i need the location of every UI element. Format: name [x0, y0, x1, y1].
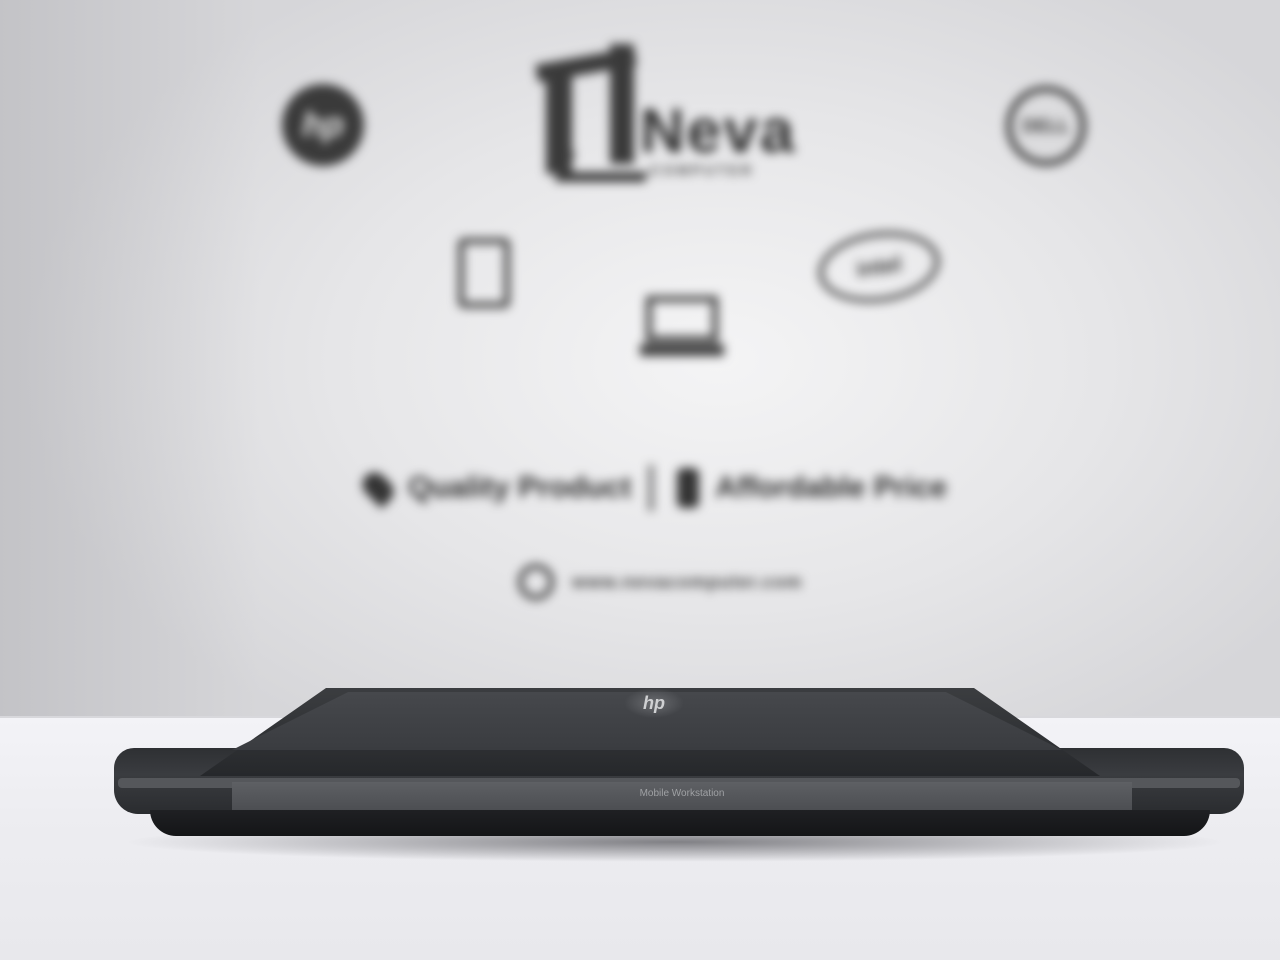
- tagline-row: Quality Product Affordable Price: [357, 458, 1026, 518]
- hp-logo-icon: hp: [282, 84, 364, 166]
- model-label: Mobile Workstation: [639, 788, 725, 799]
- pin-icon: [357, 467, 399, 509]
- brand-name: Neva: [640, 97, 797, 166]
- lid-hp-logo-icon: hp: [624, 688, 684, 718]
- tagline-quality: Quality Product: [408, 471, 632, 504]
- website-text: www.nevacomputer.com: [572, 571, 803, 592]
- store-banner: hp DELL Neva COMPUTER intel Quality Prod…: [0, 0, 1280, 730]
- hand-icon: [677, 468, 700, 508]
- globe-icon: [518, 564, 554, 600]
- brand-subtitle: COMPUTER: [650, 162, 755, 178]
- tagline-price: Affordable Price: [715, 471, 948, 504]
- laptop-bottom: [150, 810, 1210, 836]
- photo-scene: hp DELL Neva COMPUTER intel Quality Prod…: [0, 0, 1280, 960]
- tagline-divider: [649, 465, 654, 511]
- dell-logo-icon: DELL: [1006, 86, 1086, 166]
- laptop-icon: [640, 296, 724, 360]
- intel-logo-icon: intel: [813, 223, 945, 311]
- phone-icon: [458, 238, 510, 308]
- website-row: www.nevacomputer.com: [518, 560, 802, 604]
- neva-logo-mark-icon: [535, 30, 656, 182]
